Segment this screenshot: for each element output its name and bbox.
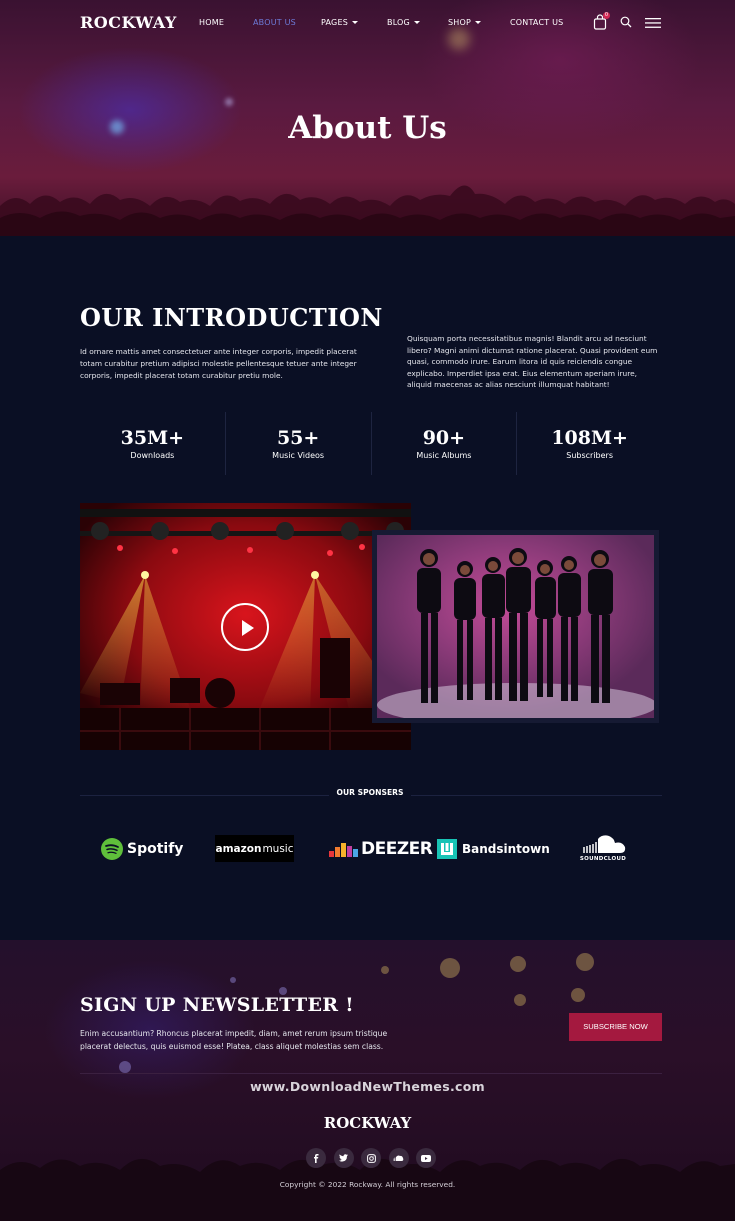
subscribe-now-button[interactable]: SUBSCRIBE NOW <box>569 1013 662 1041</box>
nav-item-home[interactable]: HOME <box>199 18 224 27</box>
amazon-wordmark: amazon <box>215 842 262 855</box>
intro-left-text: Id ornare mattis amet consectetuer ante … <box>80 347 357 380</box>
nav-item-label: BLOG <box>387 18 410 27</box>
nav-item-shop[interactable]: SHOP <box>448 18 482 27</box>
stat-value: 55+ <box>276 427 320 449</box>
sponsors-heading: OUR SPONSERS <box>329 788 411 797</box>
newsletter-text: Enim accusantium? Rhoncus placerat imped… <box>80 1029 388 1051</box>
band-photo-frame <box>372 530 659 723</box>
band-photo <box>377 535 654 718</box>
social-links <box>306 1148 436 1168</box>
chevron-down-icon <box>475 21 482 24</box>
bandsintown-wordmark: Bandsintown <box>462 842 550 856</box>
stat-subscribers: 108M+ Subscribers <box>517 412 662 475</box>
footer-divider <box>80 1073 662 1074</box>
intro-right-text: Quisquam porta necessitatibus magnis! Bl… <box>407 334 658 390</box>
sponsor-bandsintown[interactable]: Bandsintown <box>437 833 550 865</box>
search-icon[interactable] <box>620 16 632 28</box>
nav-item-contact-us[interactable]: CONTACT US <box>510 18 563 27</box>
nav-item-pages[interactable]: PAGES <box>321 18 358 27</box>
intro-title: OUR INTRODUCTION <box>80 303 383 332</box>
stats-row: 35M+ Downloads 55+ Music Videos 90+ Musi… <box>80 412 662 475</box>
footer-logo[interactable]: ROCKWAY <box>0 1114 735 1132</box>
deezer-icon <box>329 843 358 857</box>
band-members-image <box>377 548 654 718</box>
nav-item-label: SHOP <box>448 18 472 27</box>
chevron-down-icon <box>351 21 358 24</box>
youtube-icon[interactable] <box>416 1148 436 1168</box>
sponsor-deezer[interactable]: DEEZER <box>329 833 433 865</box>
soundcloud-icon <box>583 835 626 853</box>
nav-item-about-us[interactable]: ABOUT US <box>253 18 296 27</box>
instagram-icon[interactable] <box>361 1148 381 1168</box>
watermark-text: www.DownloadNewThemes.com <box>250 1079 485 1094</box>
stat-downloads: 35M+ Downloads <box>80 412 226 475</box>
site-logo[interactable]: ROCKWAY <box>80 13 177 32</box>
deezer-wordmark: DEEZER <box>361 839 433 859</box>
sponsor-soundcloud[interactable]: SOUNDCLOUD <box>578 833 628 865</box>
stat-music-videos: 55+ Music Videos <box>226 412 372 475</box>
bandsintown-icon <box>437 839 457 859</box>
stat-value: 35M+ <box>120 427 185 449</box>
stat-value: 108M+ <box>551 427 628 449</box>
hero-banner: ROCKWAY HOME ABOUT US PAGES BLOG SHOP CO… <box>0 0 735 236</box>
soundcloud-wordmark: SOUNDCLOUD <box>579 856 627 862</box>
nav-item-blog[interactable]: BLOG <box>387 18 420 27</box>
newsletter-title: SIGN UP NEWSLETTER ! <box>80 994 354 1016</box>
stat-value: 90+ <box>422 427 466 449</box>
stat-label: Music Albums <box>416 451 472 460</box>
cart-count-badge: 0 <box>603 12 610 19</box>
stage-light <box>225 98 233 106</box>
spotify-wordmark: Spotify <box>127 841 184 857</box>
sponsor-spotify[interactable]: Spotify <box>100 833 183 865</box>
chevron-down-icon <box>413 21 420 24</box>
page: ROCKWAY HOME ABOUT US PAGES BLOG SHOP CO… <box>0 0 735 1221</box>
music-wordmark: music <box>262 842 294 855</box>
spotify-icon <box>101 838 123 860</box>
nav-item-label: PAGES <box>321 18 348 27</box>
facebook-icon[interactable] <box>306 1148 326 1168</box>
page-title: About Us <box>288 110 447 146</box>
stat-label: Subscribers <box>566 451 613 460</box>
stat-label: Music Videos <box>272 451 325 460</box>
crowd-silhouette <box>0 185 735 236</box>
stat-label: Downloads <box>130 451 175 460</box>
stat-music-albums: 90+ Music Albums <box>372 412 518 475</box>
main-navigation: ROCKWAY HOME ABOUT US PAGES BLOG SHOP CO… <box>0 0 735 46</box>
copyright-text: Copyright © 2022 Rockway. All rights res… <box>279 1180 456 1189</box>
twitter-icon[interactable] <box>333 1148 354 1168</box>
hamburger-menu-icon[interactable] <box>645 18 661 28</box>
soundcloud-icon[interactable] <box>388 1148 409 1168</box>
play-video-button[interactable] <box>221 603 269 651</box>
sponsor-amazon-music[interactable]: amazon music <box>215 835 294 862</box>
